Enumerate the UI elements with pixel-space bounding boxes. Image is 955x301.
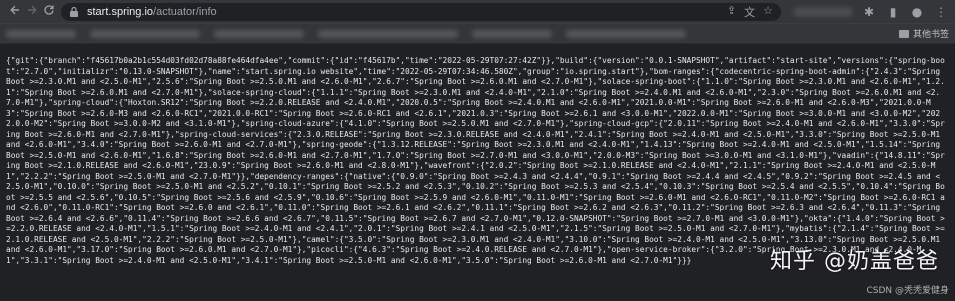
- profile-avatar-icon[interactable]: ●: [909, 4, 925, 20]
- forward-button[interactable]: [23, 2, 40, 22]
- blurred-bookmark[interactable]: [566, 29, 686, 38]
- reload-icon: [43, 4, 55, 20]
- translate-icon[interactable]: 文: [744, 4, 755, 20]
- blurred-bookmark[interactable]: [472, 29, 552, 38]
- extensions-area: [793, 6, 853, 17]
- url-text: start.spring.io/actuator/info: [87, 6, 217, 18]
- other-bookmarks[interactable]: 其他书签: [898, 27, 949, 40]
- menu-icon[interactable]: ⋮: [933, 4, 949, 20]
- url-path: /actuator/info: [153, 5, 217, 18]
- bookmark-star-icon[interactable]: ☆: [763, 4, 773, 20]
- arrow-right-icon: [26, 4, 38, 20]
- arrow-left-icon: [9, 4, 21, 20]
- address-bar[interactable]: start.spring.io/actuator/info ⇪ 文 ☆: [61, 2, 781, 21]
- url-host: start.spring.io: [87, 5, 154, 18]
- blurred-bookmark[interactable]: [318, 29, 458, 38]
- share-icon[interactable]: ⇪: [727, 4, 736, 20]
- blurred-bookmark[interactable]: [214, 29, 304, 38]
- blurred-bookmark[interactable]: [6, 29, 76, 38]
- bookmarks-bar: 其他书签: [0, 24, 955, 44]
- back-button[interactable]: [6, 2, 23, 22]
- side-panel-icon[interactable]: ▮: [885, 4, 901, 20]
- extensions-icon[interactable]: ✱: [861, 4, 877, 20]
- other-bookmarks-label: 其他书签: [912, 30, 949, 40]
- lock-icon: [69, 6, 81, 18]
- json-response-text: {"git":{"branch":"f45617b0a2b1c554d03fd0…: [6, 56, 945, 265]
- folder-icon: [898, 29, 909, 38]
- csdn-watermark: CSDN @秃秃爱健身: [866, 286, 949, 296]
- browser-toolbar: start.spring.io/actuator/info ⇪ 文 ☆ ✱ ▮ …: [0, 0, 955, 24]
- zhihu-watermark: 知乎 @奶盖爸爸: [770, 249, 939, 274]
- blurred-bookmark[interactable]: [90, 29, 200, 38]
- browser-tools: ✱ ▮ ● ⋮: [793, 4, 949, 20]
- reload-button[interactable]: [40, 2, 57, 22]
- omnibox-actions: ⇪ 文 ☆: [727, 4, 773, 20]
